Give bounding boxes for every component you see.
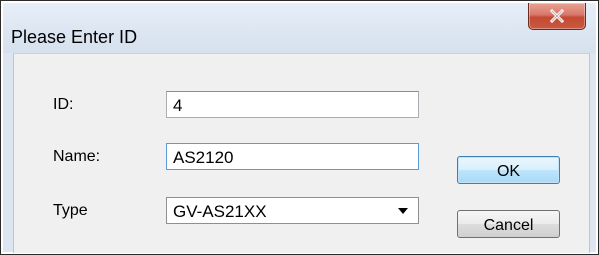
chevron-down-icon (398, 208, 408, 214)
name-field[interactable]: AS2120 (166, 143, 419, 170)
title-bar[interactable]: Please Enter ID (3, 3, 596, 53)
close-icon (549, 9, 565, 23)
type-select[interactable]: GV-AS21XX (166, 197, 419, 224)
close-button[interactable] (528, 3, 586, 30)
ok-button[interactable]: OK (457, 156, 560, 184)
cancel-button[interactable]: Cancel (457, 210, 560, 238)
dialog-body: ID: 4 Name: AS2120 Type GV-AS21XX OK Can… (13, 53, 590, 253)
window-title: Please Enter ID (11, 27, 138, 47)
dialog-window: Please Enter ID ID: 4 Name: AS2120 Type … (3, 3, 596, 253)
type-select-value: GV-AS21XX (173, 202, 267, 221)
type-label: Type (53, 202, 88, 219)
id-label: ID: (53, 96, 74, 113)
id-field[interactable]: 4 (166, 91, 419, 118)
name-label: Name: (53, 148, 101, 165)
screenshot-frame: Please Enter ID ID: 4 Name: AS2120 Type … (0, 0, 599, 255)
